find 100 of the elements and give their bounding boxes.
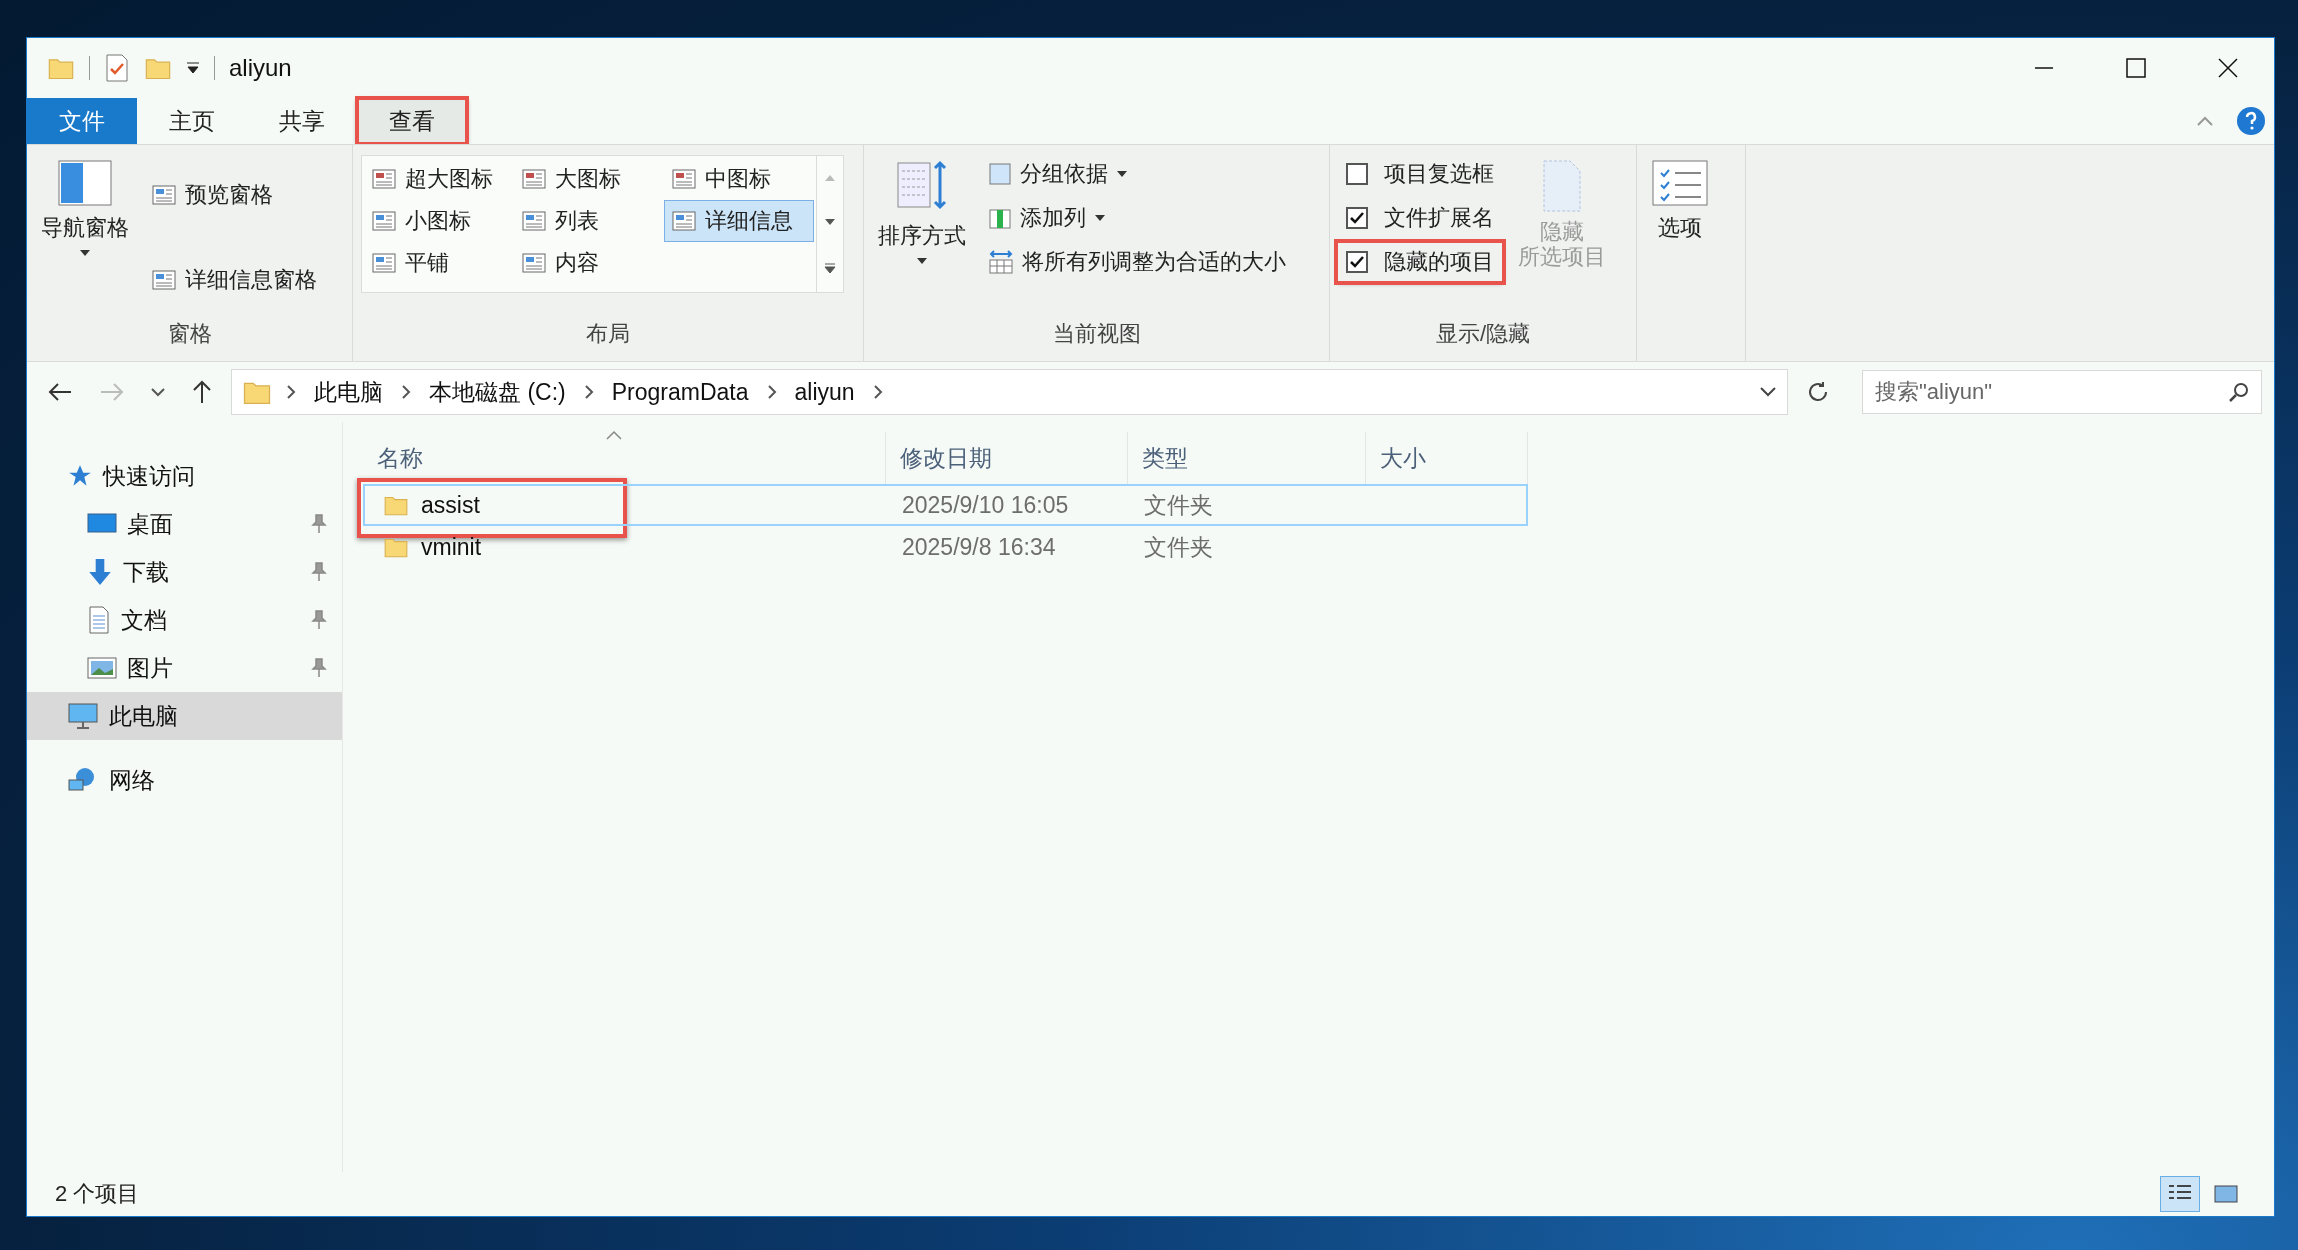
scroll-down-icon[interactable] (824, 218, 836, 226)
layout-option[interactable]: 详细信息 (664, 200, 814, 242)
ribbon-tab[interactable]: 查看 (357, 98, 467, 144)
column-header[interactable]: 修改日期 (886, 432, 1128, 484)
help-icon[interactable] (2236, 106, 2266, 136)
type-cell-text: 文件夹 (1143, 490, 1214, 520)
size-columns-button[interactable]: 将所有列调整为合适的大小 (982, 243, 1292, 281)
details-pane-icon (151, 267, 177, 292)
type-cell-text: 文件夹 (1143, 532, 1214, 562)
document-icon (87, 606, 111, 634)
sidebar-item[interactable]: 此电脑 (27, 692, 342, 740)
document-icon (1542, 159, 1582, 213)
view-icon (521, 251, 547, 275)
chevron-down-icon (151, 387, 165, 397)
sidebar-item[interactable]: 桌面 (27, 500, 342, 548)
column-header[interactable]: 大小 (1366, 432, 1528, 484)
up-arrow-icon (191, 379, 213, 405)
group-label: 窗格 (167, 320, 212, 348)
layout-option[interactable]: 中图标 (664, 158, 814, 200)
layout-option[interactable]: 列表 (514, 200, 664, 242)
view-icon (521, 167, 547, 191)
minimize-icon (2033, 67, 2055, 69)
chevron-icon (766, 384, 777, 400)
chevron-icon (583, 384, 594, 400)
computer-icon (67, 702, 99, 730)
sort-indicator-icon (605, 430, 623, 440)
breadcrumb[interactable]: ProgramData (607, 378, 753, 406)
close-icon (2217, 57, 2239, 79)
file-menu-button[interactable]: 文件 (27, 98, 137, 144)
file-row[interactable]: assist 2025/9/10 16:05 文件夹 (363, 484, 1528, 526)
options-icon (1651, 159, 1709, 207)
column-header[interactable]: 名称 (363, 432, 886, 484)
desktop-icon (87, 512, 117, 536)
layout-option[interactable]: 内容 (514, 242, 664, 284)
navigation-pane-button[interactable]: 导航窗格 (35, 155, 135, 319)
sidebar-item[interactable]: 网络 (27, 756, 342, 804)
column-header[interactable]: 类型 (1128, 432, 1366, 484)
sidebar-item[interactable]: 图片 (27, 644, 342, 692)
chevron-icon (286, 384, 296, 400)
file-row[interactable]: vminit 2025/9/8 16:34 文件夹 (363, 526, 1528, 568)
options-button[interactable]: 选项 (1645, 155, 1715, 361)
checkmark-icon (1349, 255, 1365, 269)
item-count: 2 个项目 (55, 1180, 140, 1208)
maximize-icon (2125, 57, 2147, 79)
checkmark-icon (1349, 211, 1365, 225)
ribbon-tab[interactable]: 共享 (247, 98, 357, 144)
details-view-button[interactable] (2160, 1176, 2200, 1212)
group-label: 显示/隐藏 (1435, 320, 1531, 348)
collapse-ribbon-icon[interactable] (2196, 115, 2214, 127)
expand-gallery-icon[interactable] (824, 262, 836, 274)
large-icons-view-icon (2213, 1184, 2239, 1204)
caret-icon (1094, 214, 1106, 222)
fit-columns-icon (988, 249, 1014, 275)
sidebar-item[interactable]: 下载 (27, 548, 342, 596)
view-icon (371, 209, 397, 233)
ribbon-tab[interactable]: 主页 (137, 98, 247, 144)
checkbox-option[interactable]: 文件扩展名 (1338, 199, 1502, 237)
breadcrumb[interactable]: 此电脑 (310, 376, 387, 408)
sidebar-item[interactable]: 快速访问 (27, 452, 342, 500)
view-icon (671, 167, 697, 191)
group-by-button[interactable]: 分组依据 (982, 155, 1292, 193)
window-title: aliyun (229, 54, 292, 82)
file-name: assist (421, 491, 480, 519)
refresh-icon (1806, 380, 1830, 404)
group-label: 当前视图 (1052, 320, 1141, 348)
navigation-pane-icon (57, 159, 113, 207)
checkbox-option[interactable]: 隐藏的项目 (1338, 243, 1502, 281)
back-arrow-icon (47, 381, 73, 403)
forward-arrow-icon (99, 381, 125, 403)
layout-option[interactable]: 小图标 (364, 200, 514, 242)
sidebar-item[interactable]: 文档 (27, 596, 342, 644)
add-columns-icon (988, 206, 1012, 230)
chevron-icon (872, 384, 883, 400)
dropdown-icon[interactable] (1759, 386, 1777, 398)
sort-by-button[interactable]: 排序方式 (872, 155, 972, 319)
details-pane-button[interactable]: 详细信息窗格 (145, 260, 323, 299)
search-icon (2228, 381, 2250, 403)
view-icon (371, 251, 397, 275)
add-columns-button[interactable]: 添加列 (982, 199, 1292, 237)
layout-option[interactable]: 超大图标 (364, 158, 514, 200)
dropdown-icon[interactable] (186, 61, 200, 75)
breadcrumb[interactable]: aliyun (790, 378, 859, 406)
preview-pane-icon (151, 182, 177, 207)
breadcrumb[interactable]: 本地磁盘 (C:) (425, 376, 570, 408)
group-label: 布局 (586, 320, 630, 348)
checkbox-option[interactable]: 项目复选框 (1338, 155, 1502, 193)
search-field[interactable]: 搜索"aliyun" (1862, 370, 2262, 414)
file-name: vminit (421, 533, 482, 561)
pin-icon (310, 610, 328, 630)
date-cell-text: 2025/9/10 16:05 (901, 490, 1070, 520)
chevron-icon (401, 384, 411, 400)
caret-icon (1116, 170, 1128, 178)
view-icon (371, 167, 397, 191)
group-by-icon (988, 162, 1012, 186)
preview-pane-button[interactable]: 预览窗格 (145, 175, 323, 214)
caret-icon (916, 257, 928, 265)
layout-option[interactable]: 大图标 (514, 158, 664, 200)
date-cell-text: 2025/9/8 16:34 (901, 532, 1057, 562)
layout-option[interactable]: 平铺 (364, 242, 514, 284)
address-bar[interactable]: 此电脑 本地磁盘 (C:) ProgramData aliyun (231, 369, 1788, 415)
